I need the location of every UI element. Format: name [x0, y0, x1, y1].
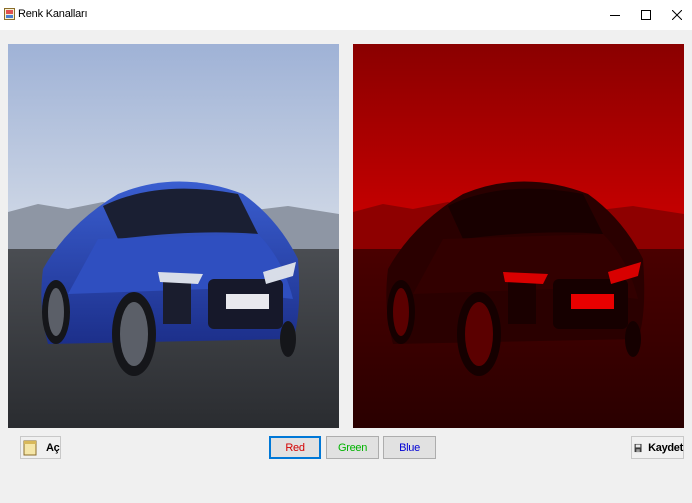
- open-button-label: Aç: [46, 441, 60, 454]
- car-photo: [8, 44, 339, 428]
- green-button[interactable]: Green: [326, 436, 379, 459]
- close-icon: [672, 10, 682, 20]
- original-image-box: [8, 44, 339, 428]
- save-button[interactable]: Kaydet: [631, 436, 684, 459]
- blue-button[interactable]: Blue: [383, 436, 436, 459]
- app-icon: [4, 8, 15, 20]
- window-title: Renk Kanalları: [18, 8, 88, 20]
- save-icon: [634, 443, 642, 452]
- red-button[interactable]: Red: [269, 436, 321, 459]
- close-button[interactable]: [662, 0, 692, 30]
- car-photo-red: [353, 44, 684, 428]
- red-channel-image-box: [353, 44, 684, 428]
- open-button[interactable]: Aç: [20, 436, 61, 459]
- title-bar: Renk Kanalları: [0, 0, 692, 30]
- open-file-icon: [23, 440, 37, 455]
- maximize-icon: [641, 10, 651, 20]
- save-button-label: Kaydet: [648, 441, 683, 454]
- maximize-button[interactable]: [631, 0, 661, 30]
- minimize-button[interactable]: [600, 0, 630, 30]
- minimize-icon: [610, 15, 620, 16]
